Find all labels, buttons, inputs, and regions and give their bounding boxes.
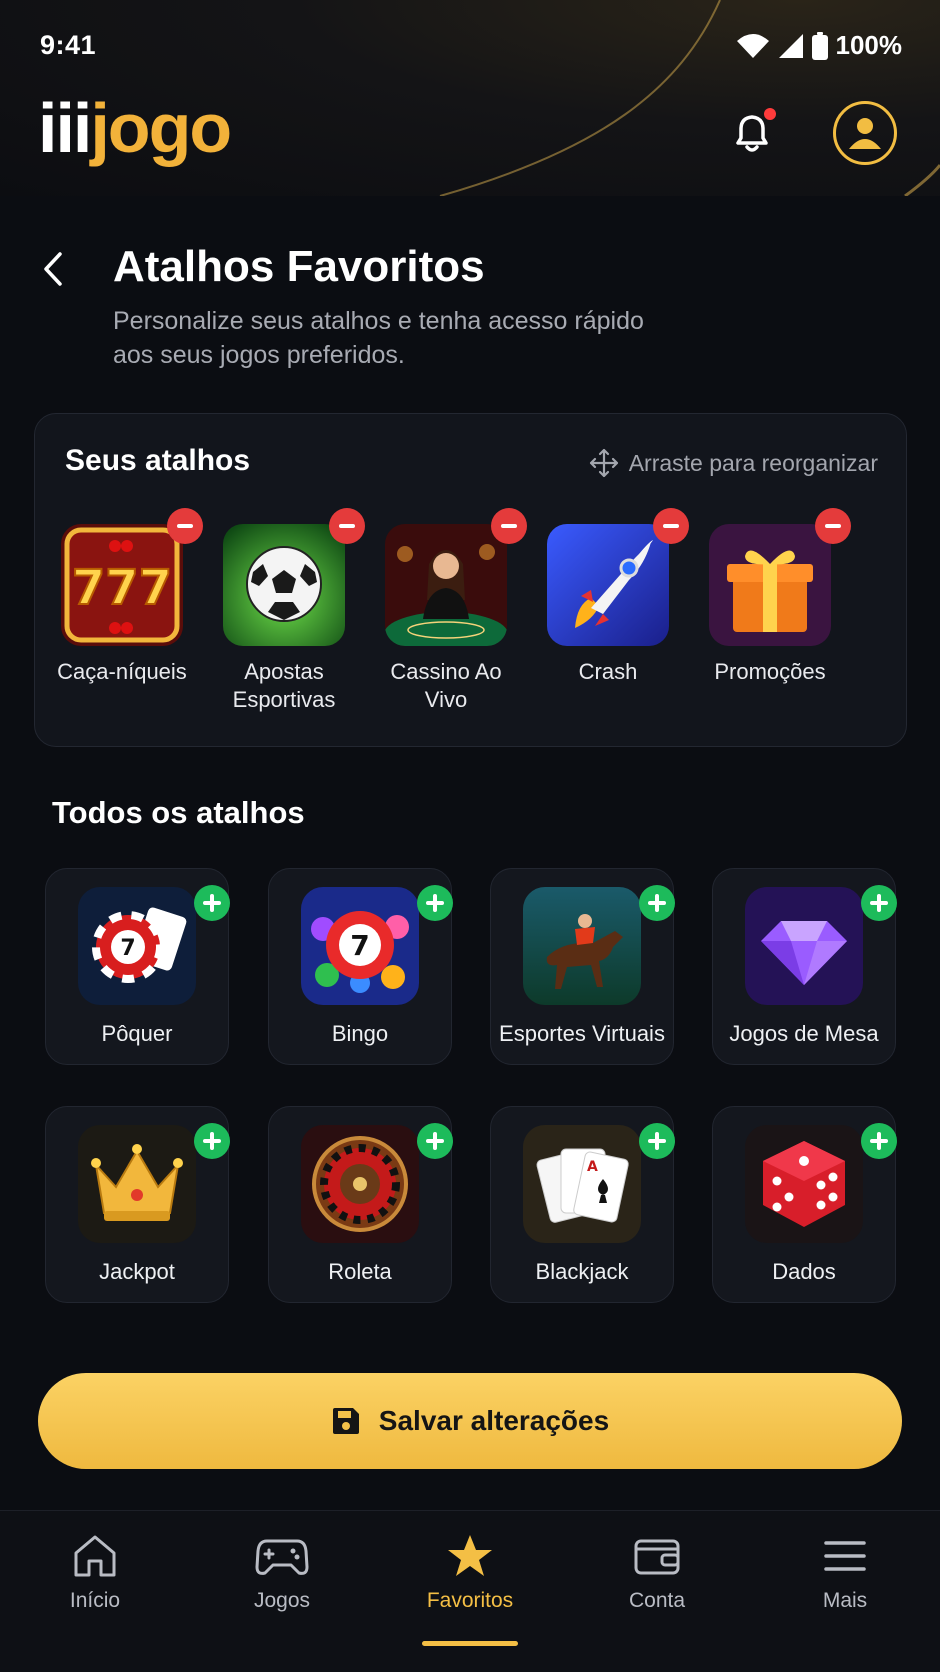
app-logo[interactable]: iiijogo <box>38 88 232 168</box>
tile-label: Jackpot <box>99 1259 175 1284</box>
menu-icon <box>824 1541 866 1571</box>
drag-hint: Arraste para reorganizar <box>589 448 878 478</box>
dice-icon <box>745 1125 863 1243</box>
add-shortcut-button[interactable] <box>861 1123 897 1159</box>
tile-label: Roleta <box>328 1259 392 1284</box>
add-shortcut-button[interactable] <box>417 885 453 921</box>
page-subtitle: Personalize seus atalhos e tenha acesso … <box>113 307 644 369</box>
tile-roulette[interactable]: Roleta <box>268 1106 453 1303</box>
crown-icon <box>78 1125 196 1243</box>
active-tab-indicator <box>422 1641 518 1646</box>
status-bar: 9:41 100% <box>0 0 940 92</box>
shortcut-crash[interactable]: Crash <box>533 508 689 686</box>
add-shortcut-button[interactable] <box>417 1123 453 1159</box>
shortcut-label: Cassino Ao Vivo <box>390 659 502 712</box>
shortcut-label: Promoções <box>714 659 826 684</box>
home-icon <box>74 1535 116 1577</box>
nav-item-jogos[interactable]: Jogos <box>207 1533 357 1613</box>
shortcut-label: Crash <box>578 659 638 684</box>
floppy-disk-icon <box>332 1408 359 1434</box>
bingo-ball-icon: 7 <box>301 887 419 1005</box>
add-shortcut-button[interactable] <box>194 1123 230 1159</box>
tile-label: Blackjack <box>535 1259 629 1284</box>
user-icon <box>849 118 881 149</box>
tile-label: Pôquer <box>101 1021 173 1046</box>
my-shortcuts-card: Seus atalhos Arraste para reorganizar 77… <box>34 413 907 747</box>
battery-icon <box>811 31 828 60</box>
remove-shortcut-button[interactable] <box>167 508 203 544</box>
tile-virtual-sports[interactable]: Esportes Virtuais <box>490 868 675 1065</box>
diamond-icon <box>745 887 863 1005</box>
gift-box-icon <box>709 524 831 646</box>
save-changes-button[interactable]: Salvar alterações <box>38 1373 902 1469</box>
playing-cards-icon: A <box>523 1125 641 1243</box>
svg-text:A: A <box>587 1159 598 1175</box>
move-icon <box>589 448 618 478</box>
shortcut-label: Caça-níqueis <box>57 659 187 684</box>
shortcut-live-casino[interactable]: Cassino Ao Vivo <box>371 508 527 714</box>
status-indicators: 100% <box>736 30 903 61</box>
slot-777-icon: 777 <box>61 524 183 646</box>
profile-avatar[interactable] <box>833 101 897 165</box>
roulette-icon <box>301 1125 419 1243</box>
signal-icon <box>778 33 803 58</box>
remove-shortcut-button[interactable] <box>491 508 527 544</box>
star-icon <box>448 1535 492 1576</box>
svg-text:7: 7 <box>350 929 369 962</box>
add-shortcut-button[interactable] <box>639 1123 675 1159</box>
tile-jackpot[interactable]: Jackpot <box>45 1106 230 1303</box>
page-title: Atalhos Favoritos <box>113 242 485 291</box>
tile-label: Dados <box>772 1259 836 1284</box>
status-time: 9:41 <box>40 30 97 60</box>
add-shortcut-button[interactable] <box>861 885 897 921</box>
shortcut-sports[interactable]: Apostas Esportivas <box>209 508 365 714</box>
my-shortcuts-title: Seus atalhos <box>65 444 251 477</box>
tile-bingo[interactable]: 7 Bingo <box>268 868 453 1065</box>
bottom-navigation: Início Jogos Favoritos Conta Mais <box>0 1510 940 1672</box>
poker-chip-icon: 7 <box>78 887 196 1005</box>
wifi-icon <box>736 33 769 58</box>
svg-text:7: 7 <box>120 936 135 961</box>
svg-text:777: 777 <box>72 560 172 616</box>
tile-blackjack[interactable]: A Blackjack <box>490 1106 675 1303</box>
soccer-ball-icon <box>223 524 345 646</box>
rocket-icon <box>547 524 669 646</box>
shortcut-promotions[interactable]: Promoções <box>695 508 851 686</box>
tile-dice[interactable]: Dados <box>712 1106 897 1303</box>
live-dealer-icon <box>385 524 507 646</box>
drag-hint-text: Arraste para reorganizar <box>628 449 878 476</box>
remove-shortcut-button[interactable] <box>653 508 689 544</box>
add-shortcut-button[interactable] <box>639 885 675 921</box>
shortcut-label: Apostas Esportivas <box>232 659 336 712</box>
tile-label: Bingo <box>331 1021 389 1046</box>
nav-item-conta[interactable]: Conta <box>582 1533 732 1613</box>
back-arrow-icon[interactable] <box>38 248 68 290</box>
remove-shortcut-button[interactable] <box>329 508 365 544</box>
nav-item-favoritos[interactable]: Favoritos <box>395 1533 545 1613</box>
wallet-icon <box>634 1539 680 1575</box>
save-changes-label: Salvar alterações <box>378 1405 610 1436</box>
notification-dot <box>764 108 776 120</box>
tile-label: Jogos de Mesa <box>729 1021 879 1046</box>
nav-item-mais[interactable]: Mais <box>770 1533 920 1613</box>
tile-label: Esportes Virtuais <box>499 1021 665 1046</box>
all-shortcuts-title: Todos os atalhos <box>52 795 305 830</box>
horse-racing-icon <box>523 887 641 1005</box>
tile-poker[interactable]: 7 Pôquer <box>45 868 230 1065</box>
shortcut-slots[interactable]: 777 Caça-níqueis <box>47 508 203 686</box>
remove-shortcut-button[interactable] <box>815 508 851 544</box>
battery-percent: 100% <box>835 30 903 60</box>
gamepad-icon <box>255 1539 309 1575</box>
nav-item-inicio[interactable]: Início <box>20 1533 170 1613</box>
add-shortcut-button[interactable] <box>194 885 230 921</box>
tile-table-games[interactable]: Jogos de Mesa <box>712 868 897 1065</box>
